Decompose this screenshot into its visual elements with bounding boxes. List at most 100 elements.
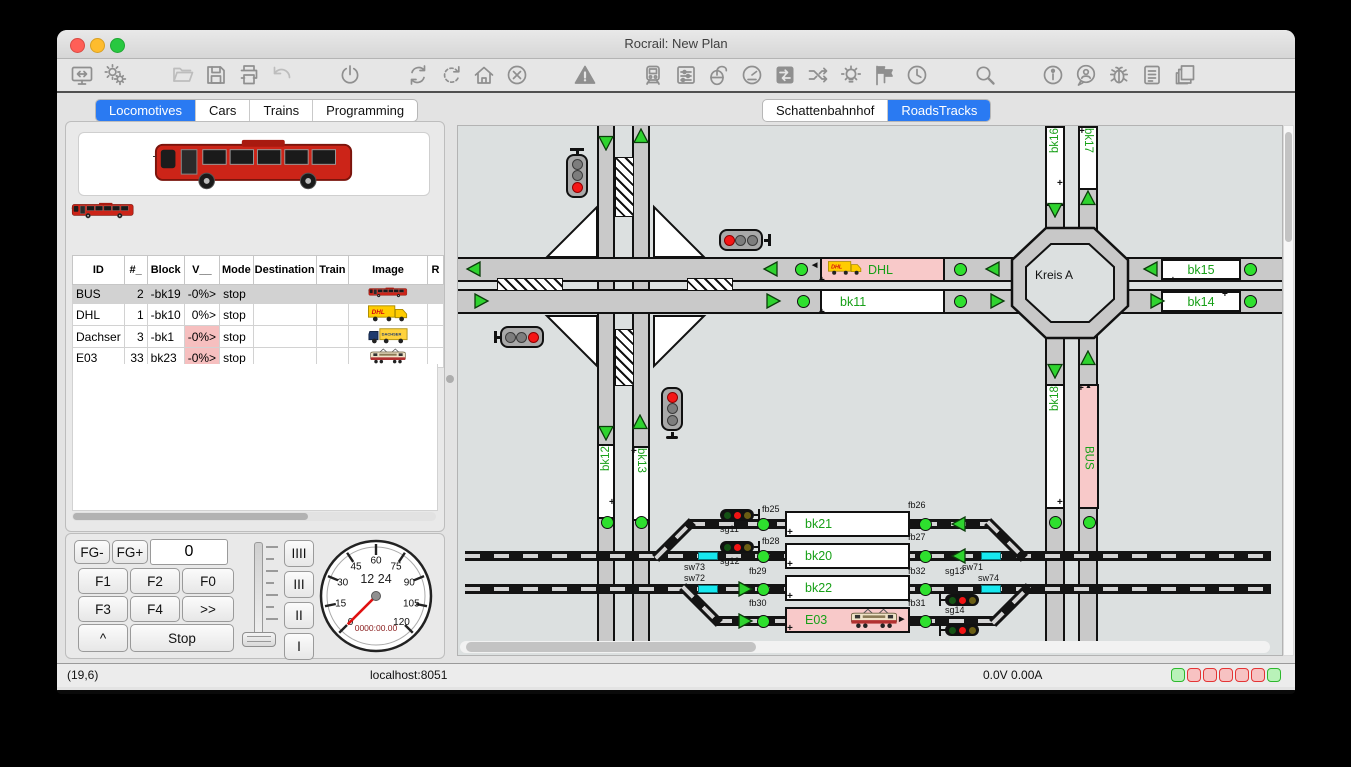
block-bk21[interactable]: bk21 <box>785 511 910 537</box>
traffic-light-4[interactable] <box>661 383 683 441</box>
plan-vscrollbar[interactable] <box>1283 125 1294 656</box>
route-arrow-l[interactable] <box>1142 261 1158 277</box>
panel-splitter-handle[interactable] <box>446 375 454 383</box>
feedback-sensor[interactable] <box>795 263 808 276</box>
step-button-II[interactable]: II <box>284 602 314 629</box>
feedback-sensor[interactable] <box>919 615 932 628</box>
mouse-icon[interactable] <box>705 62 732 89</box>
gears-icon[interactable] <box>101 62 128 89</box>
feedback-sensor[interactable] <box>635 516 648 529</box>
function-button-F1[interactable]: F1 <box>78 568 128 594</box>
info-icon[interactable] <box>1039 62 1066 89</box>
log-icon[interactable] <box>1138 62 1165 89</box>
block-E03[interactable]: E03 <box>785 607 910 633</box>
save-icon[interactable] <box>202 62 229 89</box>
feedback-sensor[interactable] <box>1244 295 1257 308</box>
feedback-sensor[interactable] <box>1083 516 1096 529</box>
switch-panel-icon[interactable] <box>771 62 798 89</box>
route-arrow-d[interactable] <box>1047 363 1063 379</box>
feedback-sensor[interactable] <box>919 583 932 596</box>
roundabout-kreis-a[interactable]: Kreis A <box>1010 226 1130 340</box>
block-bk18[interactable]: bk18 <box>1045 384 1065 509</box>
route-arrow-d[interactable] <box>1047 202 1063 218</box>
switch-sw73[interactable] <box>698 552 718 560</box>
loco-row-DHL[interactable]: DHL1-bk10 0%> stop DHL <box>73 304 444 326</box>
feedback-icon[interactable] <box>1072 62 1099 89</box>
loco-row-Dachser[interactable]: Dachser3-bk1 -0%> stop DACHSER <box>73 326 444 348</box>
cancel-icon[interactable] <box>503 62 530 89</box>
column-#_[interactable]: #_ <box>124 256 147 285</box>
block-bk13[interactable]: bk13 <box>632 446 650 521</box>
column-Block[interactable]: Block <box>147 256 184 285</box>
books-icon[interactable] <box>1171 62 1198 89</box>
feedback-sensor[interactable] <box>757 583 770 596</box>
function-button-F4[interactable]: F4 <box>130 596 180 622</box>
switch-sw71[interactable] <box>981 552 1001 560</box>
block-bk20[interactable]: bk20 <box>785 543 910 569</box>
plan-hscrollbar[interactable] <box>460 641 1270 653</box>
column-Image[interactable]: Image <box>349 256 428 285</box>
block-bk11[interactable]: bk11 <box>820 289 945 314</box>
feedback-sensor[interactable] <box>757 550 770 563</box>
fg-plus-button[interactable]: FG+ <box>112 540 148 564</box>
column-Train[interactable]: Train <box>316 256 349 285</box>
traffic-light-1[interactable] <box>566 148 588 206</box>
feedback-sensor[interactable] <box>954 295 967 308</box>
tab-programming[interactable]: Programming <box>313 100 417 121</box>
search-icon[interactable] <box>971 62 998 89</box>
fg-minus-button[interactable]: FG- <box>74 540 110 564</box>
plan-tab-schattenbahnhof[interactable]: Schattenbahnhof <box>763 100 888 121</box>
switch-sw74[interactable] <box>981 585 1001 593</box>
route-arrow-u[interactable] <box>633 128 649 144</box>
route-arrow-r[interactable] <box>1150 293 1166 309</box>
feedback-sensor[interactable] <box>797 295 810 308</box>
feedback-sensor[interactable] <box>757 615 770 628</box>
route-arrow-r[interactable] <box>738 581 754 597</box>
undo-icon[interactable] <box>268 62 295 89</box>
plan-tab-roadstracks[interactable]: RoadsTracks <box>888 100 990 121</box>
speed-slider-track[interactable] <box>254 542 263 644</box>
column-ID[interactable]: ID <box>73 256 125 285</box>
route-arrow-d[interactable] <box>598 425 614 441</box>
signal-sg11[interactable] <box>720 509 754 521</box>
switch-sw72[interactable] <box>698 585 718 593</box>
route-arrow-d[interactable] <box>598 135 614 151</box>
feedback-sensor[interactable] <box>954 263 967 276</box>
speedometer-icon[interactable] <box>738 62 765 89</box>
direction-button[interactable]: ^ <box>78 624 128 652</box>
route-arrow-r[interactable] <box>738 613 754 629</box>
cab-monitor-icon[interactable] <box>68 62 95 89</box>
open-folder-icon[interactable] <box>169 62 196 89</box>
route-arrow-l[interactable] <box>465 261 481 277</box>
block-bk22[interactable]: bk22 <box>785 575 910 601</box>
signal-sg12[interactable] <box>720 541 754 553</box>
route-arrow-r[interactable] <box>990 293 1006 309</box>
power-icon[interactable] <box>336 62 363 89</box>
function-button-F2[interactable]: F2 <box>130 568 180 594</box>
traffic-light-3[interactable] <box>494 326 550 348</box>
column-V__[interactable]: V__ <box>184 256 219 285</box>
lamp-icon[interactable] <box>837 62 864 89</box>
tab-cars[interactable]: Cars <box>196 100 250 121</box>
function-button-F3[interactable]: F3 <box>78 596 128 622</box>
train-icon[interactable] <box>639 62 666 89</box>
column-Destination[interactable]: Destination <box>253 256 316 285</box>
properties-icon[interactable] <box>672 62 699 89</box>
tab-trains[interactable]: Trains <box>250 100 313 121</box>
step-button-IIII[interactable]: IIII <box>284 540 314 567</box>
feedback-sensor[interactable] <box>919 518 932 531</box>
route-arrow-l[interactable] <box>950 516 966 532</box>
feedback-sensor[interactable] <box>1049 516 1062 529</box>
route-arrow-u[interactable] <box>1080 350 1096 366</box>
clock-icon[interactable] <box>903 62 930 89</box>
home-icon[interactable] <box>470 62 497 89</box>
feedback-sensor[interactable] <box>919 550 932 563</box>
sync-icon[interactable] <box>404 62 431 89</box>
step-button-III[interactable]: III <box>284 571 314 598</box>
shuffle-icon[interactable] <box>804 62 831 89</box>
feedback-sensor[interactable] <box>601 516 614 529</box>
flags-icon[interactable] <box>870 62 897 89</box>
column-R[interactable]: R <box>427 256 443 285</box>
route-arrow-r[interactable] <box>474 293 490 309</box>
function-button-F0[interactable]: F0 <box>182 568 234 594</box>
